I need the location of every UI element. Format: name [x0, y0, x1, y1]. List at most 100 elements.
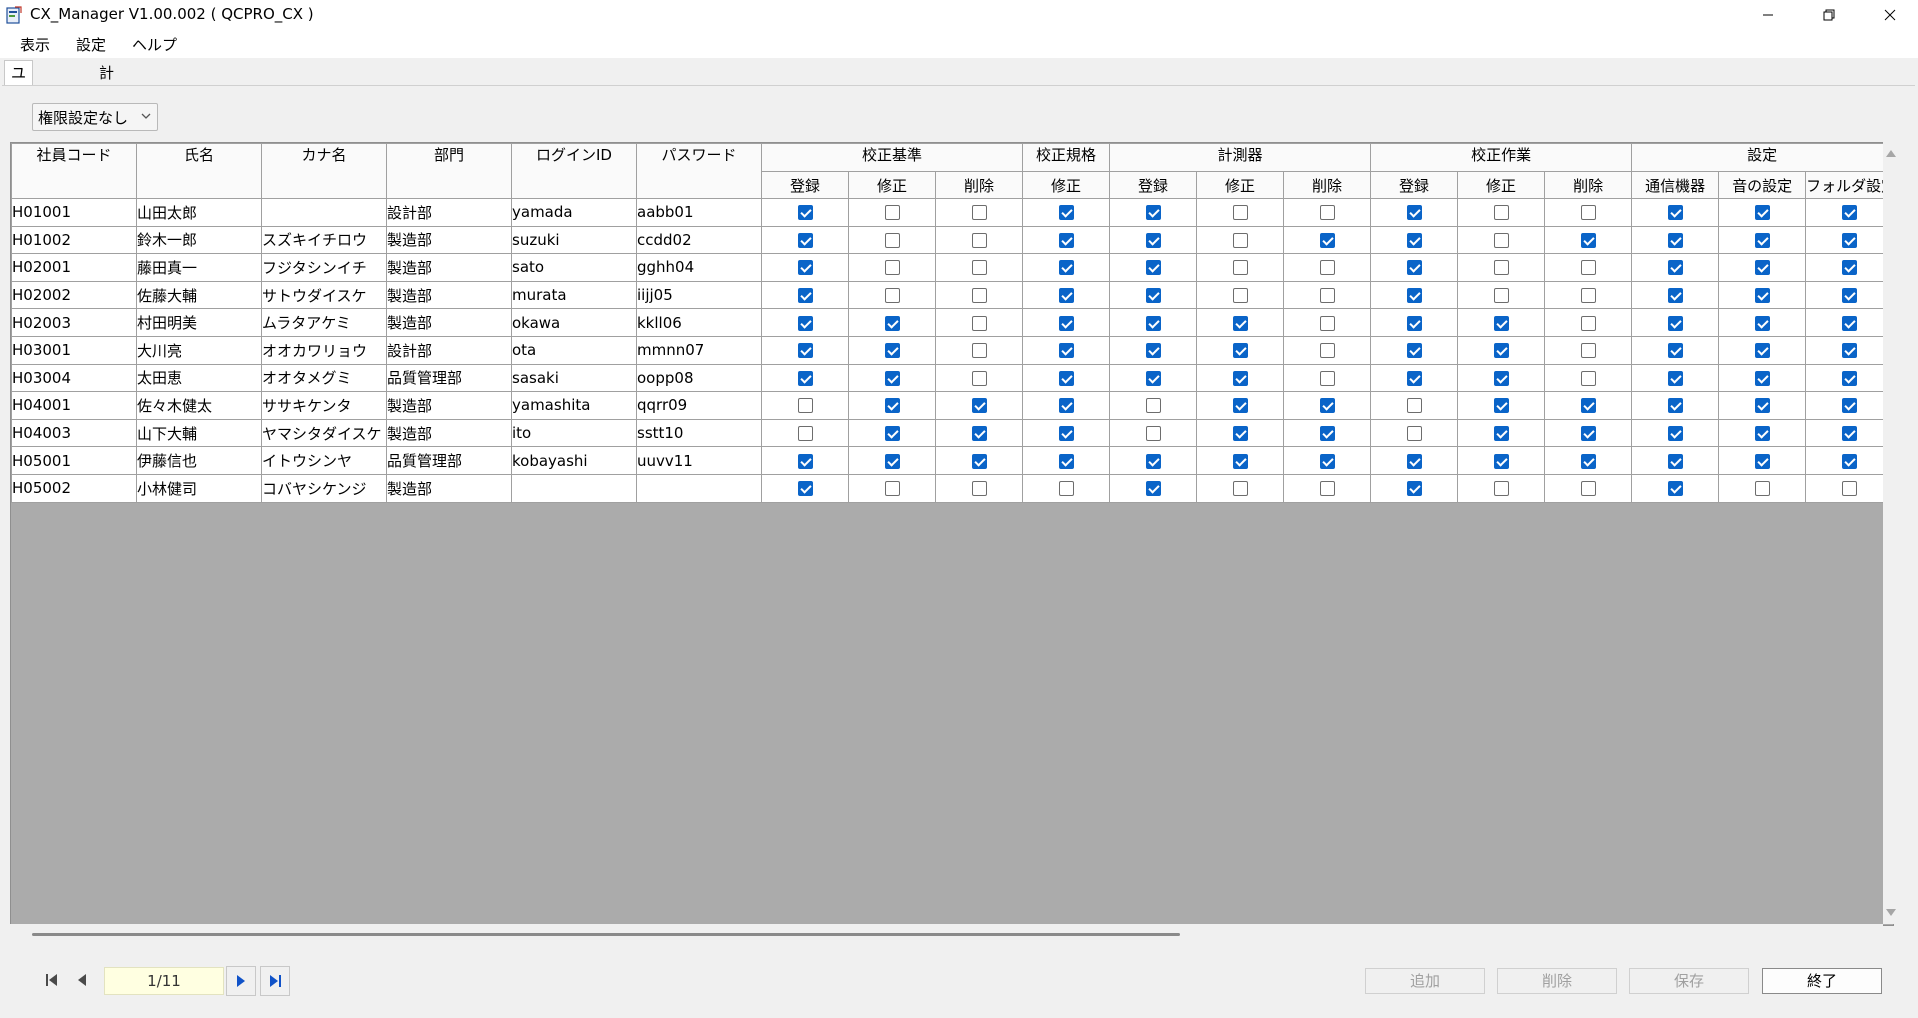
checkbox-checked[interactable]: [1493, 426, 1509, 442]
department-cell[interactable]: 設計部: [386, 335, 512, 365]
checkbox-checked[interactable]: [1754, 426, 1770, 442]
employee-code-cell[interactable]: H05001: [11, 446, 137, 475]
checkbox-unchecked[interactable]: [971, 481, 987, 497]
checkbox-checked[interactable]: [1319, 232, 1335, 248]
sub-header-work-delete[interactable]: 削除: [1544, 171, 1633, 199]
col-header-employee-code[interactable]: 社員コード: [11, 143, 137, 199]
kana-cell[interactable]: ササキケンタ: [261, 391, 387, 420]
sub-header-instrument-edit[interactable]: 修正: [1196, 171, 1285, 199]
checkbox-checked[interactable]: [884, 370, 900, 386]
password-cell[interactable]: sstt10: [636, 418, 762, 448]
table-row[interactable]: H02002 佐藤大輔 サトウダイスケ 製造部 murata iijj05: [11, 280, 1893, 310]
checkbox-checked[interactable]: [1754, 288, 1770, 304]
department-cell[interactable]: 設計部: [386, 198, 512, 227]
checkbox-checked[interactable]: [1754, 370, 1770, 386]
checkbox-checked[interactable]: [1493, 398, 1509, 414]
department-cell[interactable]: 製造部: [386, 253, 512, 282]
checkbox-checked[interactable]: [884, 315, 900, 331]
checkbox-unchecked[interactable]: [1493, 205, 1509, 221]
checkbox-checked[interactable]: [1406, 315, 1422, 331]
checkbox-unchecked[interactable]: [1145, 398, 1161, 414]
name-cell[interactable]: 佐藤大輔: [136, 280, 262, 310]
table-row[interactable]: H02001 藤田真一 フジタシンイチ 製造部 sato gghh04: [11, 253, 1893, 282]
checkbox-checked[interactable]: [1754, 398, 1770, 414]
scroll-down-icon[interactable]: [1886, 909, 1896, 916]
department-cell[interactable]: 製造部: [386, 473, 512, 503]
tab-restore-delete-instruments[interactable]: 計測器の復元と削除: [92, 60, 121, 274]
password-cell[interactable]: qqrr09: [636, 391, 762, 420]
checkbox-checked[interactable]: [1841, 205, 1857, 221]
sub-header-standard-edit[interactable]: 修正: [848, 171, 936, 199]
checkbox-checked[interactable]: [1058, 343, 1074, 359]
checkbox-checked[interactable]: [1841, 232, 1857, 248]
checkbox-checked[interactable]: [1406, 481, 1422, 497]
checkbox-checked[interactable]: [1754, 315, 1770, 331]
password-cell[interactable]: aabb01: [636, 198, 762, 227]
name-cell[interactable]: 村田明美: [136, 308, 262, 337]
password-cell[interactable]: [636, 473, 762, 503]
checkbox-unchecked[interactable]: [1319, 315, 1335, 331]
checkbox-checked[interactable]: [797, 232, 813, 248]
checkbox-checked[interactable]: [1406, 370, 1422, 386]
minimize-button[interactable]: [1740, 0, 1796, 30]
sub-header-standard-register[interactable]: 登録: [761, 171, 849, 199]
checkbox-checked[interactable]: [1145, 205, 1161, 221]
checkbox-unchecked[interactable]: [1232, 205, 1248, 221]
name-cell[interactable]: 山下大輔: [136, 418, 262, 448]
checkbox-unchecked[interactable]: [1580, 343, 1596, 359]
employee-code-cell[interactable]: H02003: [11, 308, 137, 337]
checkbox-checked[interactable]: [797, 260, 813, 276]
checkbox-unchecked[interactable]: [1754, 481, 1770, 497]
checkbox-unchecked[interactable]: [1493, 232, 1509, 248]
add-button[interactable]: 追加: [1365, 968, 1485, 994]
table-row[interactable]: H03004 太田恵 オオタメグミ 品質管理部 sasaki oopp08: [11, 363, 1893, 393]
checkbox-checked[interactable]: [1841, 343, 1857, 359]
checkbox-checked[interactable]: [1406, 232, 1422, 248]
restore-button[interactable]: [1801, 0, 1857, 30]
employee-code-cell[interactable]: H03001: [11, 335, 137, 365]
employee-code-cell[interactable]: H05002: [11, 473, 137, 503]
delete-button[interactable]: 削除: [1497, 968, 1617, 994]
name-cell[interactable]: 山田太郎: [136, 198, 262, 227]
checkbox-unchecked[interactable]: [1319, 370, 1335, 386]
checkbox-checked[interactable]: [1406, 453, 1422, 469]
employee-code-cell[interactable]: H02001: [11, 253, 137, 282]
checkbox-checked[interactable]: [1232, 343, 1248, 359]
checkbox-unchecked[interactable]: [1493, 481, 1509, 497]
sub-header-work-register[interactable]: 登録: [1370, 171, 1459, 199]
login-id-cell[interactable]: yamashita: [511, 391, 637, 420]
kana-cell[interactable]: コバヤシケンジ: [261, 473, 387, 503]
employee-code-cell[interactable]: H04003: [11, 418, 137, 448]
checkbox-checked[interactable]: [1058, 205, 1074, 221]
checkbox-unchecked[interactable]: [884, 288, 900, 304]
checkbox-checked[interactable]: [1058, 370, 1074, 386]
checkbox-unchecked[interactable]: [797, 398, 813, 414]
name-cell[interactable]: 大川亮: [136, 335, 262, 365]
checkbox-checked[interactable]: [1754, 232, 1770, 248]
checkbox-unchecked[interactable]: [1580, 205, 1596, 221]
checkbox-checked[interactable]: [797, 370, 813, 386]
checkbox-unchecked[interactable]: [971, 370, 987, 386]
checkbox-checked[interactable]: [1232, 398, 1248, 414]
checkbox-unchecked[interactable]: [884, 260, 900, 276]
col-header-password[interactable]: パスワード: [636, 143, 762, 199]
checkbox-checked[interactable]: [1232, 315, 1248, 331]
checkbox-unchecked[interactable]: [971, 205, 987, 221]
checkbox-checked[interactable]: [1754, 453, 1770, 469]
col-header-name[interactable]: 氏名: [136, 143, 262, 199]
checkbox-unchecked[interactable]: [884, 205, 900, 221]
checkbox-unchecked[interactable]: [1580, 260, 1596, 276]
name-cell[interactable]: 小林健司: [136, 473, 262, 503]
checkbox-checked[interactable]: [1667, 398, 1683, 414]
login-id-cell[interactable]: sasaki: [511, 363, 637, 393]
checkbox-unchecked[interactable]: [1232, 481, 1248, 497]
checkbox-checked[interactable]: [1667, 205, 1683, 221]
table-row[interactable]: H01002 鈴木一郎 スズキイチロウ 製造部 suzuki ccdd02: [11, 225, 1893, 255]
checkbox-unchecked[interactable]: [1493, 288, 1509, 304]
checkbox-unchecked[interactable]: [971, 343, 987, 359]
sub-header-folder-settings[interactable]: フォルダ設定: [1805, 171, 1893, 199]
checkbox-unchecked[interactable]: [884, 481, 900, 497]
checkbox-checked[interactable]: [1754, 205, 1770, 221]
password-cell[interactable]: iijj05: [636, 280, 762, 310]
checkbox-unchecked[interactable]: [971, 288, 987, 304]
